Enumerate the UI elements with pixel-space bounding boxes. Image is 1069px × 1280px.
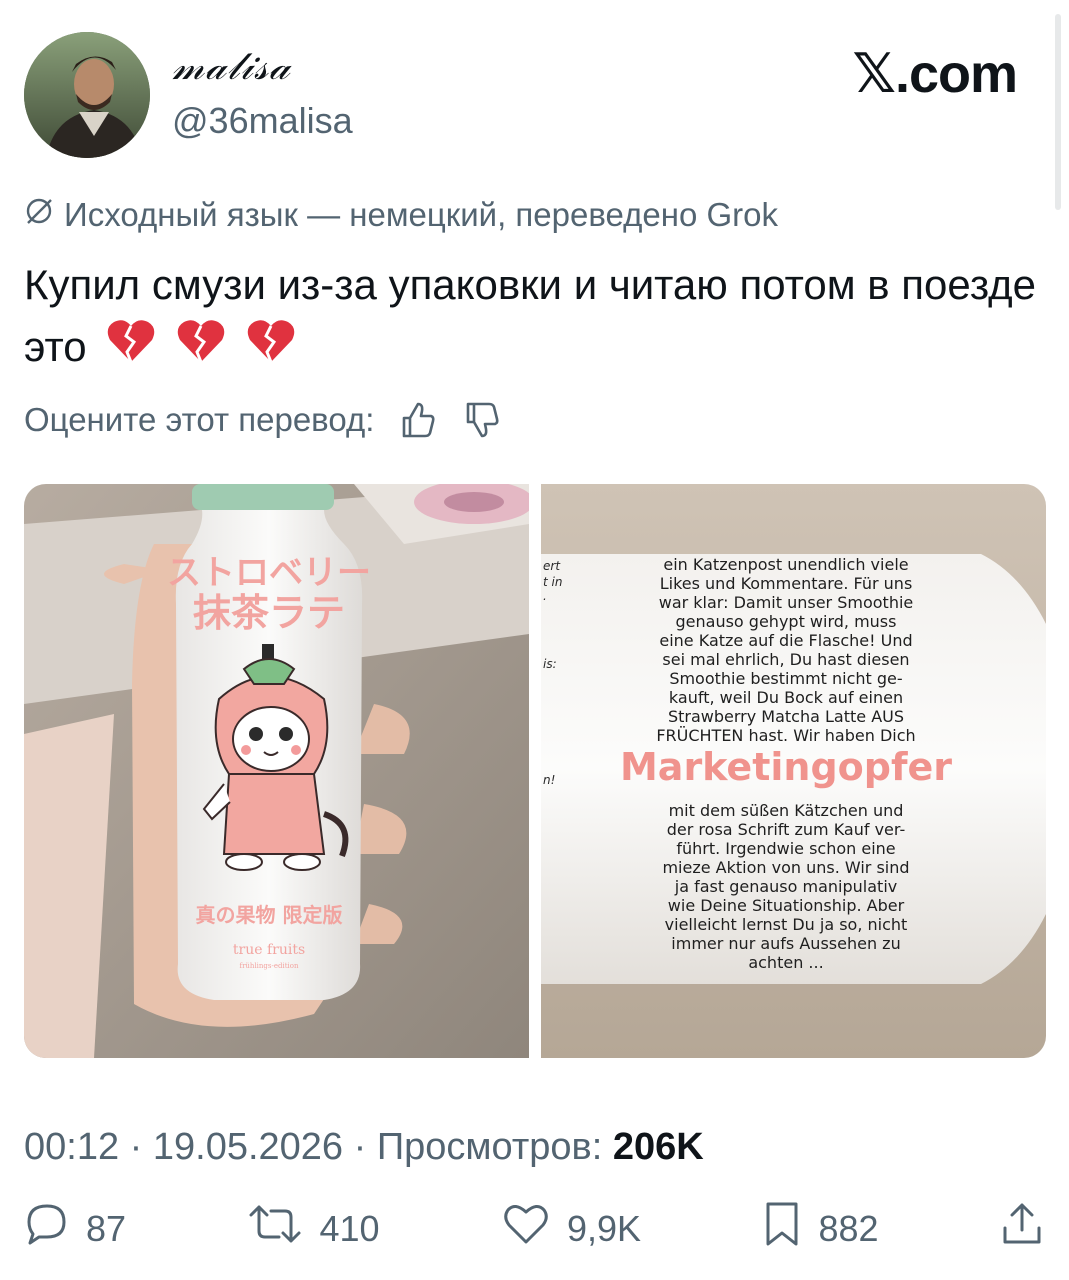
bottle-edge-text: n! [543, 773, 555, 787]
bottle-back-text-line: ja fast genauso manipulativ [674, 877, 897, 896]
bottle-edge-text: . [543, 589, 547, 603]
bottle-brand: true fruits [233, 942, 305, 958]
bottle-back-text-line: achten ... [748, 953, 823, 972]
bottle-back-text-line: der rosa Schrift zum Kauf ver- [667, 820, 905, 839]
heart-icon [501, 1201, 551, 1256]
bottle-back-text-line: immer nur aufs Aussehen zu [671, 934, 900, 953]
reply-button[interactable]: 87 [24, 1201, 126, 1256]
bottle-edge-text: ert [543, 559, 561, 573]
bookmark-count: 882 [818, 1207, 879, 1249]
bottle-jp-line1: ストロベリー [167, 553, 371, 593]
broken-heart-icon [176, 318, 226, 381]
bottle-jp-bottom: 真の果物 限定版 [196, 903, 343, 927]
rate-label: Оцените этот перевод: [24, 401, 375, 438]
bottle-back-text-line: vielleicht lernst Du ja so, nicht [665, 915, 908, 934]
like-count: 9,9K [566, 1207, 642, 1249]
bottle-edge-text: t in [543, 575, 562, 589]
tweet-time[interactable]: 00:12 [24, 1126, 119, 1168]
thumbs-down-icon[interactable] [462, 400, 502, 440]
bottle-headline: Marketingopfer [620, 745, 952, 789]
author-display-name[interactable]: 𝓂𝒶𝓁𝒾𝓈𝒶 [172, 44, 291, 89]
repost-icon [247, 1201, 303, 1256]
action-bar: 87 410 9,9K 882 [24, 1200, 1044, 1257]
broken-heart-icon [106, 318, 156, 381]
bottle-back-text-line: kauft, weil Du Bock auf einen [669, 688, 903, 707]
broken-heart-icon [246, 318, 296, 381]
bottle-brand-sub: frühlings-edition [239, 962, 299, 970]
bottle-jp-line2: 抹茶ラテ [193, 591, 345, 635]
repost-button[interactable]: 410 [247, 1201, 380, 1256]
tweet-text: Купил смузи из-за упаковки и читаю потом… [24, 254, 1054, 381]
views-label: Просмотров: [376, 1126, 603, 1168]
bottle-back-text-line: Strawberry Matcha Latte AUS [668, 707, 904, 726]
repost-count: 410 [319, 1207, 380, 1249]
globe-slash-icon [24, 196, 54, 234]
author-handle[interactable]: @36malisa [172, 100, 353, 142]
media-image-bottle-back[interactable]: ert t in. is: n! ein Katzenpost unendlich v… [541, 484, 1046, 1058]
bottle-back-text-line: führt. Irgendwie schon eine [676, 839, 895, 858]
brand-logo: 𝕏.com [852, 44, 1018, 104]
translation-note: Исходный язык — немецкий, переведено Gro… [24, 196, 778, 234]
bottle-back-text-line: FRÜCHTEN hast. Wir haben Dich [656, 726, 915, 745]
reply-icon [24, 1201, 70, 1256]
bottle-back-text-line: ein Katzenpost unendlich viele [663, 555, 908, 574]
bottle-back-text-line: Likes und Kommentare. Für uns [660, 574, 913, 593]
tweet-meta: 00:12 · 19.05.2026 · Просмотров: 206K [24, 1126, 704, 1168]
bookmark-button[interactable]: 882 [762, 1200, 879, 1257]
rate-translation: Оцените этот перевод: [24, 400, 502, 440]
bookmark-icon [762, 1200, 802, 1257]
share-button[interactable] [1000, 1200, 1044, 1257]
like-button[interactable]: 9,9K [501, 1201, 641, 1256]
media-image-bottle-front[interactable]: ストロベリー 抹茶ラテ 真の果物 限定版 true fruits frühlin… [24, 484, 529, 1058]
scrollbar[interactable] [1055, 14, 1061, 210]
bottle-back-text-line: eine Katze auf die Flasche! Und [659, 631, 912, 650]
bottle-back-text-line: wie Deine Situationship. Aber [668, 896, 905, 915]
bottle-edge-text: is: [543, 657, 557, 671]
reply-count: 87 [86, 1207, 127, 1249]
views-count: 206K [612, 1126, 704, 1168]
bottle-back-text-line: war klar: Damit unser Smoothie [659, 593, 914, 612]
bottle-back-text-line: genauso gehypt wird, muss [676, 612, 897, 631]
translation-note-text: Исходный язык — немецкий, переведено Gro… [64, 196, 779, 233]
bottle-back-text-line: sei mal ehrlich, Du hast diesen [662, 650, 909, 669]
tweet-date[interactable]: 19.05.2026 [153, 1126, 343, 1168]
bottle-back-text-line: mieze Aktion von uns. Wir sind [662, 858, 909, 877]
bottle-back-text-line: mit dem süßen Kätzchen und [669, 801, 904, 820]
share-icon [1000, 1200, 1044, 1257]
bottle-back-text-line: Smoothie bestimmt nicht ge- [669, 669, 902, 688]
thumbs-up-icon[interactable] [398, 400, 438, 440]
avatar[interactable] [24, 32, 150, 158]
